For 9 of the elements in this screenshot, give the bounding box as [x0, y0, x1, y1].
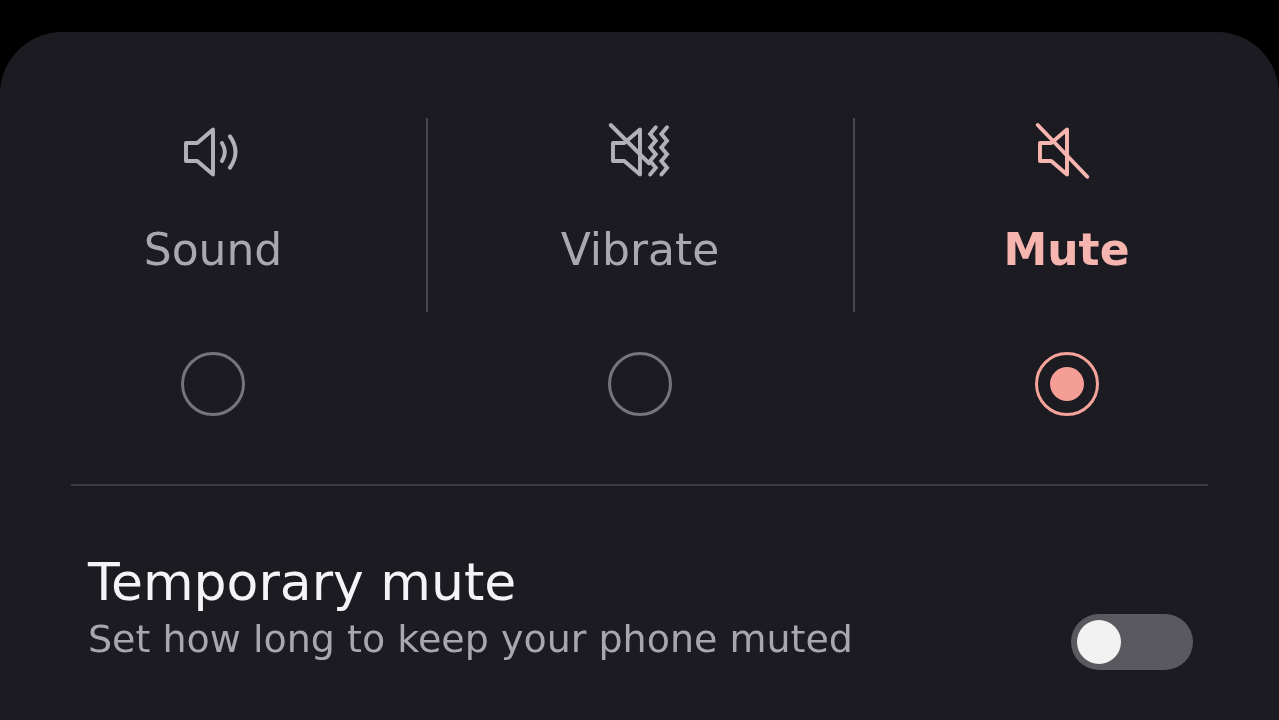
- radio-button[interactable]: [181, 352, 245, 416]
- toggle-switch[interactable]: [1071, 614, 1193, 670]
- setting-description: Set how long to keep your phone muted: [88, 616, 853, 662]
- mode-label[interactable]: Vibrate: [560, 222, 720, 278]
- mode-label[interactable]: Mute: [1003, 222, 1130, 278]
- radio-button[interactable]: [608, 352, 672, 416]
- radio-button[interactable]: [1034, 352, 1099, 416]
- setting-title: Temporary mute: [88, 551, 518, 614]
- mode-label[interactable]: Sound: [143, 222, 283, 278]
